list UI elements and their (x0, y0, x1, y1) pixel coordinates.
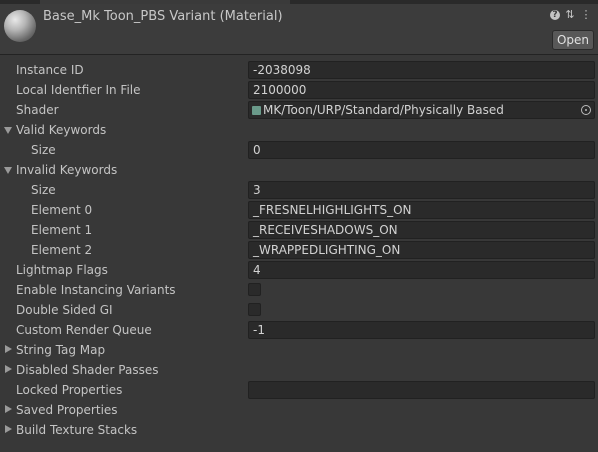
foldout-collapsed-icon[interactable] (5, 345, 12, 353)
row-custom-render-queue: Custom Render Queue -1 (0, 320, 598, 340)
build-texture-stacks-label: Build Texture Stacks (16, 423, 138, 437)
material-preview-sphere-icon (4, 10, 36, 42)
element-label: Element 0 (31, 203, 93, 217)
row-valid-keywords[interactable]: Valid Keywords (0, 120, 598, 140)
custom-render-queue-label: Custom Render Queue (16, 323, 152, 337)
object-picker-icon[interactable] (581, 105, 591, 115)
locked-properties-label: Locked Properties (16, 383, 123, 397)
row-string-tag-map[interactable]: String Tag Map (0, 340, 598, 360)
row-shader: Shader MK/Toon/URP/Standard/Physically B… (0, 100, 598, 120)
element-field[interactable]: _WRAPPEDLIGHTING_ON (248, 241, 595, 259)
shader-label: Shader (16, 103, 59, 117)
local-identifier-field[interactable]: 2100000 (248, 81, 595, 99)
help-icon[interactable]: ? (550, 10, 560, 20)
double-sided-gi-label: Double Sided GI (16, 303, 113, 317)
row-instance-id: Instance ID -2038098 (0, 60, 598, 80)
header-icons: ? ⇅ ⋮ (550, 9, 592, 21)
shader-icon (252, 106, 261, 115)
row-locked-properties: Locked Properties (0, 380, 598, 400)
row-double-sided-gi: Double Sided GI (0, 300, 598, 320)
row-element-2: Element 2 _WRAPPEDLIGHTING_ON (0, 240, 598, 260)
instance-id-field[interactable]: -2038098 (248, 61, 595, 79)
inspector-header: Base_Mk Toon_PBS Variant (Material) ? ⇅ … (0, 4, 598, 54)
valid-keywords-size-field[interactable]: 0 (248, 141, 595, 159)
element-field[interactable]: _RECEIVESHADOWS_ON (248, 221, 595, 239)
properties-list: Instance ID -2038098 Local Identfier In … (0, 60, 598, 440)
row-disabled-shader-passes[interactable]: Disabled Shader Passes (0, 360, 598, 380)
kebab-menu-icon[interactable]: ⋮ (580, 9, 592, 21)
foldout-expanded-icon[interactable] (4, 127, 12, 134)
lightmap-flags-label: Lightmap Flags (16, 263, 108, 277)
element-field[interactable]: _FRESNELHIGHLIGHTS_ON (248, 201, 595, 219)
settings-sliders-icon[interactable]: ⇅ (564, 9, 576, 21)
foldout-collapsed-icon[interactable] (5, 405, 12, 413)
invalid-keywords-size-field[interactable]: 3 (248, 181, 595, 199)
header-separator (0, 54, 598, 55)
row-lightmap-flags: Lightmap Flags 4 (0, 260, 598, 280)
lightmap-flags-field[interactable]: 4 (248, 261, 595, 279)
enable-instancing-checkbox[interactable] (248, 283, 261, 296)
enable-instancing-label: Enable Instancing Variants (16, 283, 176, 297)
locked-properties-field[interactable] (248, 381, 595, 399)
row-valid-keywords-size: Size 0 (0, 140, 598, 160)
invalid-keywords-label: Invalid Keywords (16, 163, 118, 177)
foldout-collapsed-icon[interactable] (5, 425, 12, 433)
row-element-0: Element 0 _FRESNELHIGHLIGHTS_ON (0, 200, 598, 220)
foldout-collapsed-icon[interactable] (5, 365, 12, 373)
open-button[interactable]: Open (552, 30, 594, 50)
invalid-keywords-size-label: Size (31, 183, 56, 197)
local-identifier-label: Local Identfier In File (16, 83, 141, 97)
custom-render-queue-field[interactable]: -1 (248, 321, 595, 339)
instance-id-label: Instance ID (16, 63, 84, 77)
row-invalid-keywords-size: Size 3 (0, 180, 598, 200)
row-element-1: Element 1 _RECEIVESHADOWS_ON (0, 220, 598, 240)
row-invalid-keywords[interactable]: Invalid Keywords (0, 160, 598, 180)
row-saved-properties[interactable]: Saved Properties (0, 400, 598, 420)
element-label: Element 1 (31, 223, 93, 237)
double-sided-gi-checkbox[interactable] (248, 303, 261, 316)
element-label: Element 2 (31, 243, 93, 257)
string-tag-map-label: String Tag Map (16, 343, 106, 357)
shader-object-field[interactable]: MK/Toon/URP/Standard/Physically Based (248, 101, 595, 119)
valid-keywords-size-label: Size (31, 143, 56, 157)
foldout-expanded-icon[interactable] (4, 167, 12, 174)
material-title: Base_Mk Toon_PBS Variant (Material) (43, 9, 283, 24)
row-local-identifier: Local Identfier In File 2100000 (0, 80, 598, 100)
row-enable-instancing: Enable Instancing Variants (0, 280, 598, 300)
saved-properties-label: Saved Properties (16, 403, 118, 417)
row-build-texture-stacks[interactable]: Build Texture Stacks (0, 420, 598, 440)
shader-value: MK/Toon/URP/Standard/Physically Based (263, 103, 504, 117)
valid-keywords-label: Valid Keywords (16, 123, 107, 137)
disabled-shader-passes-label: Disabled Shader Passes (16, 363, 159, 377)
